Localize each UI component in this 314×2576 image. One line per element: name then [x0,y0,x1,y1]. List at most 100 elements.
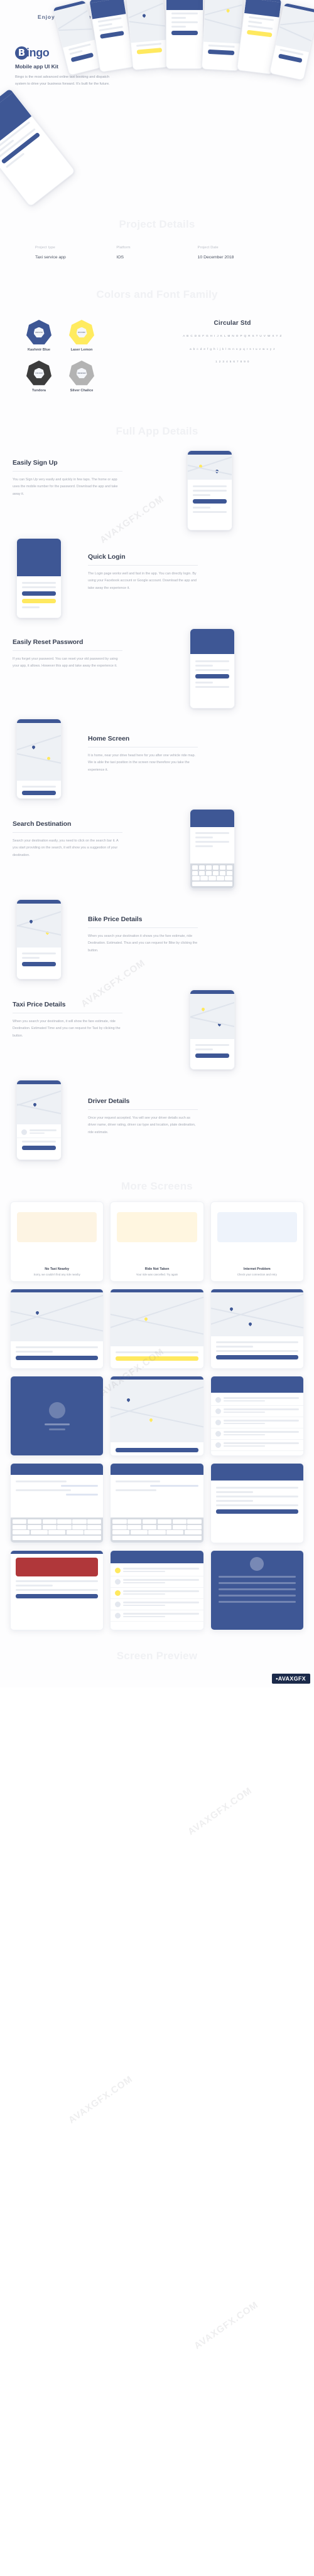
hero-subtitle: Mobile app UI Kit [15,63,58,70]
onscreen-keyboard[interactable] [190,863,234,889]
project-type-label: Project type [35,246,55,250]
gallery-card-card-payment[interactable] [10,1550,104,1630]
feature-taxi-price: Taxi Price Details When you search your … [0,990,314,1071]
feature-title: Quick Login [88,553,126,561]
full-app-details-heading: Full App Details [116,425,198,437]
platform-label: Platform [116,246,131,250]
laser-lemon-hex: #FFF85F [76,327,87,338]
divider [88,1109,198,1110]
feature-body: It is home, near your drive head here fo… [88,754,196,772]
gallery-row [10,1550,304,1630]
silver-chalice-name: Silver Chalice [70,389,94,393]
gallery-row [10,1463,304,1543]
feature-reset-password: Easily Reset Password If you forget your… [0,628,314,710]
project-date-value: 10 December 2018 [197,255,234,260]
project-details-labels-row: Project type Taxi service app Platform I… [35,246,279,260]
more-screens-section: More Screens [0,1161,314,1201]
feature-phone-bike [16,899,62,979]
color-palette: #3E5795 Kashmir Blue #FFF85F Laser Lemon… [18,320,103,393]
hero-phone-3 [126,0,170,71]
feature-home-screen: Home Screen It is home, near your drive … [0,719,314,800]
gallery-card-map-route[interactable] [110,1376,204,1456]
badge-label: AVAXGFX [278,1676,306,1682]
silver-chalice-hex: #B0B0B0 [76,367,87,379]
kashmir-blue-chip: #3E5795 [26,320,51,345]
site-badge: •AVAXGFX [272,1674,310,1684]
gallery-card-map-1[interactable] [10,1289,104,1369]
feature-easily-sign-up: Easily Sign Up You can Sign Up very easi… [0,450,314,531]
gallery-card-internet-problem[interactable]: Internet Problem Check your connection a… [210,1201,304,1282]
gallery-row [10,1376,304,1456]
colors-and-fonts-section: Colors and Font Family #3E5795 Kashmir B… [0,260,314,414]
gallery-card-caption: Internet Problem Check your connection a… [211,1267,303,1276]
project-date-column: Project Date 10 December 2018 [198,246,279,260]
gallery-card-map-2[interactable] [110,1289,204,1369]
gallery-card-chat-1[interactable] [10,1463,104,1543]
font-family-name: Circular Std [214,320,251,327]
feature-bike-price: Bike Price Details When you search your … [0,899,314,981]
kashmir-blue-name: Kashmir Blue [27,348,51,352]
gallery-card-call[interactable] [10,1376,104,1456]
project-date-label: Project Date [197,246,219,250]
project-type-value: Taxi service app [35,255,66,260]
brand-logo: B ingo [15,46,50,60]
ui-kit-presentation: Enjoy the experience. B ingo Mobile app … [0,0,314,2352]
gallery-card-chat-2[interactable] [110,1463,204,1543]
feature-body: You can Sign Up very easily and quickly … [13,478,118,496]
project-details-table: Project type Taxi service app Platform I… [0,246,314,260]
gallery-card-title: Ride Not Taken [144,1267,170,1271]
tundora-chip: #404040 [26,361,51,386]
feature-phone-search [190,809,235,889]
hero-phone-4 [166,0,203,69]
feature-phone-signup [187,450,232,531]
feature-body: Once your request accepted. You will see… [88,1116,196,1134]
gallery-card-profile-drawer[interactable] [210,1550,304,1630]
color-swatch-silver-chalice: #B0B0B0 Silver Chalice [60,361,103,393]
feature-phone-login [16,538,62,618]
feature-title: Easily Sign Up [13,459,58,467]
illustration [17,1212,97,1242]
silver-chalice-chip: #B0B0B0 [69,361,94,386]
divider [88,565,198,566]
color-swatch-tundora: #404040 Tundora [18,361,60,393]
feature-driver-details: Driver Details Once your request accepte… [0,1080,314,1161]
hero-section: Enjoy the experience. B ingo Mobile app … [0,0,314,208]
divider [13,471,122,472]
gallery-card-title: Internet Problem [243,1267,271,1271]
feature-body: When you search your destination it show… [88,934,198,953]
hero-description: Bingo is the most advanced online taxi b… [15,75,110,87]
gallery-card-no-taxi[interactable]: No Taxi Nearby Sorry, we couldn't find a… [10,1201,104,1282]
tundora-name: Tundora [32,389,46,393]
font-lowercase-sample: a b c d e f g h i j k l m n o p q r s t … [190,347,275,351]
divider [13,832,122,833]
onscreen-keyboard[interactable] [11,1518,104,1543]
color-swatch-kashmir-blue: #3E5795 Kashmir Blue [18,320,60,352]
laser-lemon-name: Laser Lemon [70,348,93,352]
gallery-card-map-3[interactable] [210,1289,304,1369]
feature-title: Driver Details [88,1097,130,1105]
gallery-row [10,1289,304,1369]
gallery-card-form[interactable] [210,1463,304,1543]
onscreen-keyboard[interactable] [111,1518,203,1543]
divider [88,927,198,928]
feature-body: Search your destination easily, you need… [13,839,119,857]
gallery-card-ride-not-taken[interactable]: Ride Not Taken Your ride was cancelled. … [110,1201,204,1282]
screens-gallery: No Taxi Nearby Sorry, we couldn't find a… [0,1201,314,1630]
font-uppercase-sample: A B C D E F G H I J K L M N O P Q R S T … [183,334,282,337]
gallery-card-history[interactable] [110,1550,204,1630]
more-screens-heading: More Screens [121,1180,193,1192]
illustration [117,1212,197,1242]
feature-title: Search Destination [13,820,72,828]
feature-title: Taxi Price Details [13,1001,66,1008]
feature-search-destination: Search Destination Search your destinati… [0,809,314,890]
divider [13,650,122,651]
gallery-card-sub: Your ride was cancelled. Try again [136,1273,178,1276]
gallery-card-menu-list[interactable] [210,1376,304,1456]
platform-column: Platform IOS [116,246,197,260]
feature-phone-taxi [190,990,235,1070]
project-details-heading: Project Details [119,218,195,230]
watermark: AVAXGFX.COM [67,2073,135,2126]
hero-phone-5 [201,0,244,71]
screen-preview-heading: Screen Preview [116,1650,198,1662]
feature-title: Home Screen [88,735,130,742]
